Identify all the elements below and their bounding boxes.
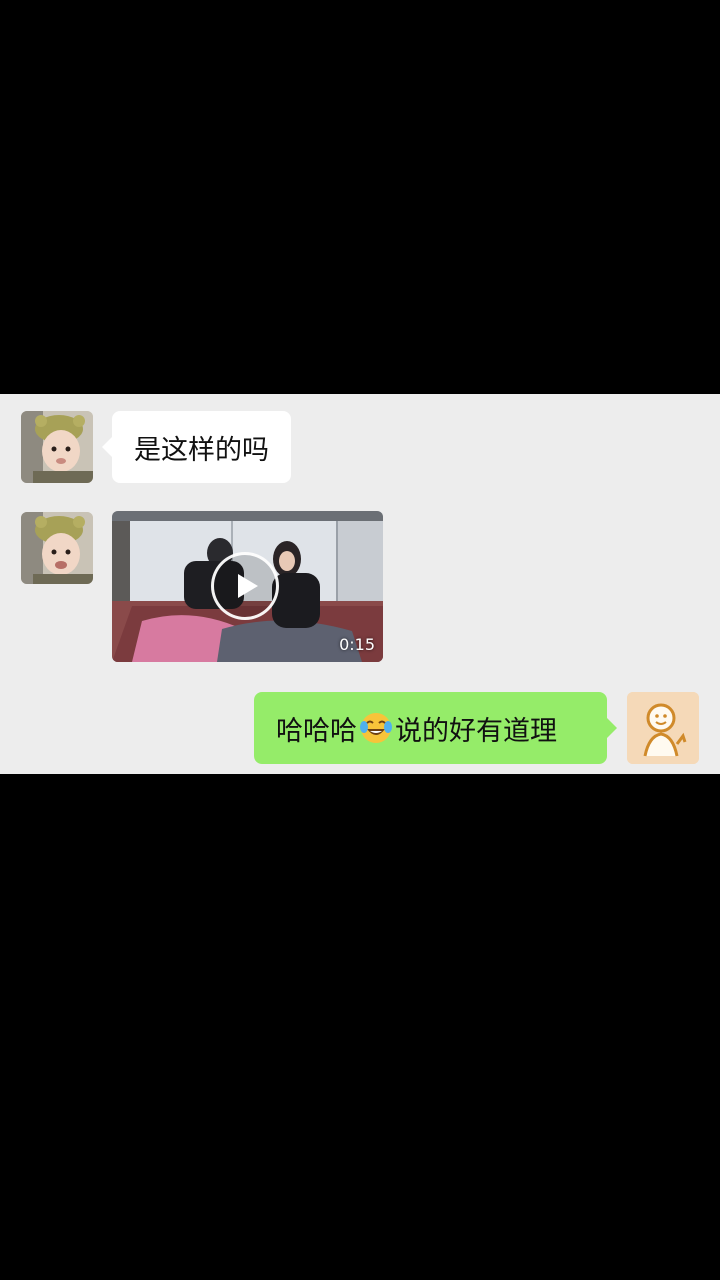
child-photo-icon [21,411,93,483]
video-message[interactable]: 0:15 [112,511,383,662]
sent-text-bubble[interactable]: 哈哈哈 说的好有道理 [254,692,617,764]
tears-of-joy-emoji [360,713,392,743]
message-text-before: 哈哈哈 [276,715,357,747]
contact-avatar[interactable] [21,411,93,483]
play-icon[interactable] [211,552,279,620]
child-photo-icon [21,512,93,584]
cartoon-person-icon [627,692,699,764]
video-duration: 0:15 [339,635,375,654]
contact-avatar[interactable] [21,512,93,584]
chat-panel[interactable]: 是这样的吗 0:15 哈哈哈 说的好有道理 [0,394,720,774]
received-text-bubble[interactable]: 是这样的吗 [102,411,291,483]
message-text: 是这样的吗 [134,434,269,466]
screen: 是这样的吗 0:15 哈哈哈 说的好有道理 [0,0,720,1280]
message-text-after: 说的好有道理 [395,715,557,747]
my-avatar[interactable] [627,692,699,764]
